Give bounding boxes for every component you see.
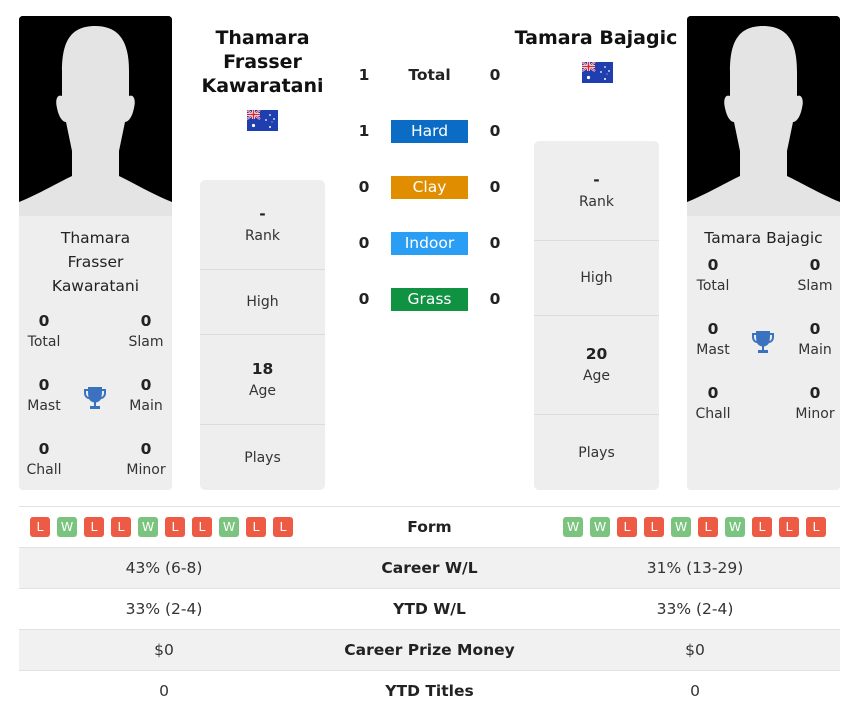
h2h-row-clay: 0 Clay 0 <box>345 175 515 199</box>
player1-high: High <box>200 270 325 335</box>
player1-photo[interactable] <box>19 16 172 216</box>
player1-titles-chall: 0 Chall <box>26 440 62 478</box>
surface-badge-grass[interactable]: Grass <box>391 288 468 311</box>
player1-ytd-titles: 0 <box>159 682 169 700</box>
stats-label-form: Form <box>407 518 452 536</box>
australia-flag-icon <box>247 110 278 131</box>
stats-row-career-wl: 43% (6-8) Career W/L 31% (13-29) <box>19 547 840 588</box>
player2-prize-money: $0 <box>685 641 705 659</box>
player2-titles-mast: 0 Mast <box>696 320 730 358</box>
trophy-icon <box>84 387 106 409</box>
player2-titles-chall: 0 Chall <box>695 384 731 422</box>
player2-rank: - Rank <box>534 141 659 241</box>
form-badge-loss[interactable]: L <box>779 517 799 537</box>
player1-prize-money: $0 <box>154 641 174 659</box>
player2-info-panel: - Rank High 20 Age Plays <box>534 141 659 490</box>
surface-badge-clay[interactable]: Clay <box>391 176 468 199</box>
player2-titles-slam: 0 Slam <box>797 256 833 294</box>
player1-card: Thamara Frasser Kawaratani 0 Total 0 Sla… <box>19 16 172 490</box>
form-badge-loss[interactable]: L <box>644 517 664 537</box>
form-badge-win[interactable]: W <box>57 517 77 537</box>
trophy-icon <box>752 331 774 353</box>
player1-plays: Plays <box>244 449 281 466</box>
player1-card-name: Thamara Frasser Kawaratani <box>51 229 140 295</box>
form-badge-loss[interactable]: L <box>273 517 293 537</box>
player2-form: WWLLWLWLLL <box>563 517 826 537</box>
player1-titles-minor: 0 Minor <box>126 440 166 478</box>
player2-plays: Plays <box>578 444 615 461</box>
player1-info-panel: - Rank High 18 Age Plays <box>200 180 325 490</box>
form-badge-win[interactable]: W <box>671 517 691 537</box>
silhouette-icon <box>687 16 840 216</box>
player2-name-link[interactable]: Tamara Bajagic <box>505 26 687 50</box>
h2h-row-total: 1 Total 0 <box>345 63 515 87</box>
player2-ytd-wl: 33% (2-4) <box>656 600 734 618</box>
player1-titles-total: 0 Total <box>27 312 61 350</box>
player1-name-link[interactable]: Thamara Frasser Kawaratani <box>190 26 335 98</box>
form-badge-win[interactable]: W <box>725 517 745 537</box>
player1-form: LWLLWLLWLL <box>30 517 293 537</box>
stats-row-ytd-titles: 0 YTD Titles 0 <box>19 670 840 711</box>
stats-label-prize-money: Career Prize Money <box>344 641 515 659</box>
stats-row-form: LWLLWLLWLL Form WWLLWLWLLL <box>19 506 840 547</box>
player1-career-wl: 43% (6-8) <box>125 559 203 577</box>
player2-titles-total: 0 Total <box>696 256 730 294</box>
player1-ytd-wl: 33% (2-4) <box>125 600 203 618</box>
form-badge-loss[interactable]: L <box>111 517 131 537</box>
stats-table: LWLLWLLWLL Form WWLLWLWLLL 43% (6-8) Car… <box>19 506 840 711</box>
form-badge-loss[interactable]: L <box>84 517 104 537</box>
player2-card: Tamara Bajagic 0 Total 0 Slam 0 Mast 0 M… <box>687 16 840 490</box>
stats-label-career-wl: Career W/L <box>381 559 478 577</box>
surface-badge-indoor[interactable]: Indoor <box>391 232 468 255</box>
h2h-row-indoor: 0 Indoor 0 <box>345 231 515 255</box>
form-badge-loss[interactable]: L <box>617 517 637 537</box>
player1-age: 18 Age <box>200 335 325 425</box>
player2-titles-main: 0 Main <box>798 320 832 358</box>
player2-age: 20 Age <box>534 316 659 415</box>
player2-card-name: Tamara Bajagic <box>704 229 823 247</box>
form-badge-loss[interactable]: L <box>698 517 718 537</box>
surface-label-total: Total <box>408 66 451 84</box>
stats-label-ytd-titles: YTD Titles <box>385 682 474 700</box>
form-badge-win[interactable]: W <box>219 517 239 537</box>
form-badge-loss[interactable]: L <box>165 517 185 537</box>
form-badge-loss[interactable]: L <box>246 517 266 537</box>
player1-titles-mast: 0 Mast <box>27 376 61 414</box>
australia-flag-icon <box>582 62 613 83</box>
form-badge-win[interactable]: W <box>138 517 158 537</box>
surface-badge-hard[interactable]: Hard <box>391 120 468 143</box>
player1-rank: - Rank <box>200 180 325 270</box>
stats-label-ytd-wl: YTD W/L <box>393 600 466 618</box>
form-badge-loss[interactable]: L <box>752 517 772 537</box>
h2h-row-grass: 0 Grass 0 <box>345 287 515 311</box>
stats-row-prize-money: $0 Career Prize Money $0 <box>19 629 840 670</box>
form-badge-win[interactable]: W <box>590 517 610 537</box>
form-badge-win[interactable]: W <box>563 517 583 537</box>
player2-photo[interactable] <box>687 16 840 216</box>
form-badge-loss[interactable]: L <box>30 517 50 537</box>
h2h-row-hard: 1 Hard 0 <box>345 119 515 143</box>
player2-ytd-titles: 0 <box>690 682 700 700</box>
player2-titles-minor: 0 Minor <box>795 384 835 422</box>
player2-career-wl: 31% (13-29) <box>646 559 744 577</box>
player1-titles-main: 0 Main <box>129 376 163 414</box>
stats-row-ytd-wl: 33% (2-4) YTD W/L 33% (2-4) <box>19 588 840 629</box>
player2-high: High <box>534 241 659 316</box>
form-badge-loss[interactable]: L <box>806 517 826 537</box>
form-badge-loss[interactable]: L <box>192 517 212 537</box>
player1-titles-slam: 0 Slam <box>128 312 164 350</box>
silhouette-icon <box>19 16 172 216</box>
